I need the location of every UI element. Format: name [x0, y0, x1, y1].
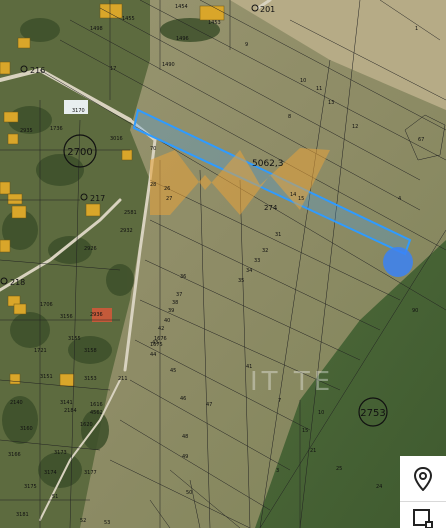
- parcel-number: 3141: [60, 400, 73, 406]
- parcel-number: 2936: [90, 312, 103, 318]
- parcel-number: 17: [110, 66, 116, 72]
- parcel-number: 48: [182, 434, 188, 440]
- parcel-number: 12: [352, 124, 358, 130]
- parcel-number: 3177: [84, 470, 97, 476]
- parcel-number: 33: [254, 258, 260, 264]
- parcel-number: 21: [310, 448, 316, 454]
- parcel-number: 8: [288, 114, 291, 120]
- parcel-number: 32: [262, 248, 268, 254]
- draw-area-button[interactable]: [400, 502, 446, 528]
- parcel-number: 52: [80, 518, 86, 524]
- parcel-number: 44: [150, 352, 156, 358]
- parcel-number: 31: [275, 232, 281, 238]
- parcel-number: 3: [276, 468, 279, 474]
- parcel-number: 1616: [90, 402, 103, 408]
- road-node-label: 218: [10, 278, 25, 287]
- parcel-number: 3181: [16, 512, 29, 518]
- parcel-number: 27: [166, 196, 172, 202]
- road-node-label: 217: [90, 194, 105, 203]
- parcel-number: 34: [246, 268, 252, 274]
- parcel-number: 11: [316, 86, 322, 92]
- parcel-number: 3151: [40, 374, 53, 380]
- parcel-number: 1455: [122, 16, 135, 22]
- parcel-number: 2926: [84, 246, 97, 252]
- parcel-number: 2935: [20, 128, 33, 134]
- parcel-number: 1620: [80, 422, 93, 428]
- parcel-number: 46: [180, 396, 186, 402]
- parcel-number: 14: [290, 192, 296, 198]
- map-pin-icon: [413, 466, 433, 491]
- cadastral-map[interactable]: IT TE 201 216 217 218 2700 2753 5062,3 1…: [0, 0, 446, 528]
- parcel-number: 26: [164, 186, 170, 192]
- parcel-number: 3158: [84, 348, 97, 354]
- draw-area-icon: [413, 509, 433, 528]
- parcel-number: 1: [415, 26, 418, 32]
- parcel-number: 40: [164, 318, 170, 324]
- map-viewer[interactable]: IT TE 201 216 217 218 2700 2753 5062,3 1…: [0, 0, 446, 528]
- parcel-number: 67: [418, 137, 424, 143]
- parcel-number: 274: [264, 204, 278, 212]
- road-node-label: 216: [30, 66, 45, 75]
- plot-marker[interactable]: [383, 247, 413, 277]
- sheet-label: 2700: [67, 147, 92, 158]
- parcel-number: 2581: [124, 210, 137, 216]
- parcel-number: 3174: [44, 470, 57, 476]
- parcel-number: 35: [238, 278, 244, 284]
- parcel-number: 4562: [90, 410, 103, 416]
- sheet-label: 2753: [360, 408, 385, 419]
- parcel-number: 10: [318, 410, 324, 416]
- parcel-number: 1721: [34, 348, 47, 354]
- parcel-number: 3175: [24, 484, 37, 490]
- parcel-number: 37: [176, 292, 182, 298]
- parcel-number: 2140: [10, 400, 23, 406]
- parcel-number: 90: [412, 308, 418, 314]
- parcel-number: 41: [246, 364, 252, 370]
- parcel-number: 211: [118, 376, 128, 382]
- parcel-number: 24: [376, 484, 382, 490]
- parcel-number: 1496: [176, 36, 189, 42]
- parcel-number: 3173: [54, 450, 67, 456]
- parcel-number: 10: [300, 78, 306, 84]
- parcel-number: 1676: [154, 336, 167, 342]
- parcel-number: 2184: [64, 408, 77, 414]
- location-button[interactable]: [400, 456, 446, 502]
- parcel-number: 3155: [68, 336, 81, 342]
- parcel-number: 13: [328, 100, 334, 106]
- parcel-number: 3153: [84, 376, 97, 382]
- road-node-label: 201: [260, 5, 275, 14]
- parcel-number: 49: [182, 454, 188, 460]
- parcel-number: 1675: [150, 342, 163, 348]
- plot-area-label: 5062,3: [252, 159, 284, 169]
- parcel-number: 1490: [162, 62, 175, 68]
- parcel-number: 70: [150, 146, 156, 152]
- parcel-number: 3016: [110, 136, 123, 142]
- parcel-number: 36: [180, 274, 186, 280]
- parcel-number: 2932: [120, 228, 133, 234]
- parcel-number: 1706: [40, 302, 53, 308]
- parcel-number: 25: [336, 466, 342, 472]
- parcel-number: 53: [104, 520, 110, 526]
- parcel-number: 39: [168, 308, 174, 314]
- parcel-number: 15: [298, 196, 304, 202]
- parcel-number: 51: [52, 494, 58, 500]
- parcel-number: 9: [245, 42, 248, 48]
- parcel-number: 3160: [20, 426, 33, 432]
- parcel-number: 3156: [60, 314, 73, 320]
- parcel-number: 4: [398, 196, 401, 202]
- parcel-number: 50: [186, 490, 192, 496]
- parcel-number: 1736: [50, 126, 63, 132]
- parcel-number: 7: [278, 398, 281, 404]
- parcel-number: 28: [150, 182, 156, 188]
- parcel-number: 3170: [72, 108, 85, 114]
- parcel-number: 15: [302, 428, 308, 434]
- parcel-number: 1454: [175, 4, 188, 10]
- parcel-number: 38: [172, 300, 178, 306]
- parcel-number: 42: [158, 326, 164, 332]
- parcel-number: 1498: [90, 26, 103, 32]
- parcel-number: 1453: [208, 20, 221, 26]
- parcel-number: 47: [206, 402, 212, 408]
- parcel-number: 45: [170, 368, 176, 374]
- parcel-number: 3166: [8, 452, 21, 458]
- watermark-text: IT TE: [250, 367, 334, 397]
